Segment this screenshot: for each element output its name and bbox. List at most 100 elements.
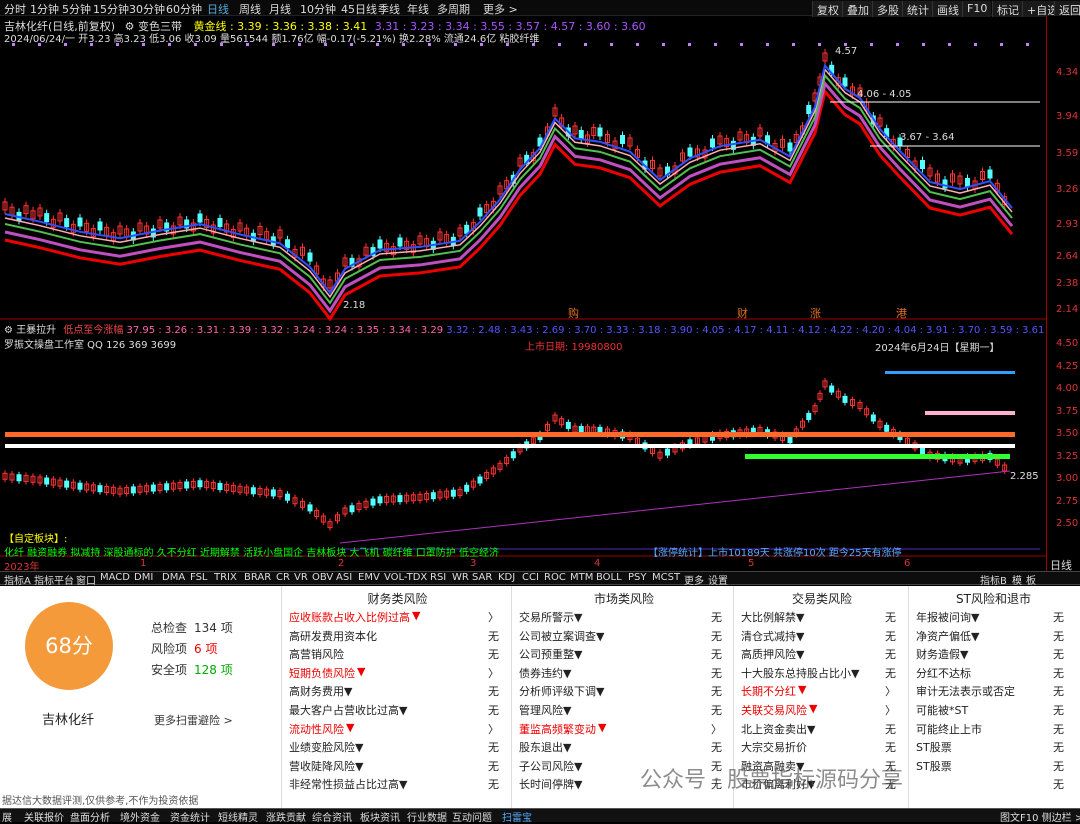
risk-item-label[interactable]: 长时间停牌▼	[519, 776, 582, 792]
more-scan-link[interactable]: 更多扫雷避险 >	[154, 712, 233, 728]
risk-item-label[interactable]: 营收陡降风险▼	[289, 758, 363, 774]
risk-item-label[interactable]: 分析师评级下调▼	[519, 683, 604, 699]
risk-item-label[interactable]: 子公司风险▼	[519, 758, 582, 774]
period-tab[interactable]: 5分钟	[62, 1, 91, 17]
draw-line-button[interactable]: 画线	[932, 1, 963, 17]
period-tab-active[interactable]: 日线	[207, 1, 229, 17]
indicator-tab[interactable]: 窗口	[76, 572, 96, 587]
f10-button[interactable]: F10	[962, 1, 992, 17]
indicator-tab[interactable]: VOL-TDX	[384, 572, 427, 583]
risk-item-label[interactable]: 高研发费用资本化	[289, 628, 377, 644]
kline-chart-area[interactable]: 吉林化纤(日线,前复权) ⚙ 变色三带 黄金线 : 3.39 : 3.36 : …	[0, 16, 1080, 573]
risk-item-label[interactable]: 十大股东总持股占比小▼	[741, 665, 859, 681]
risk-item-dropdown[interactable]: ▼	[598, 721, 606, 734]
indicator-tab[interactable]: CR	[276, 572, 290, 583]
event-marker[interactable]: 购	[568, 305, 579, 321]
fuquan-button[interactable]: 复权	[812, 1, 843, 17]
period-tab[interactable]: 30分钟	[129, 1, 165, 17]
indicator-tab[interactable]: BOLL	[596, 572, 622, 583]
risk-item-label[interactable]: 关联交易风险	[741, 702, 807, 718]
risk-item-label[interactable]: 长期不分红	[741, 683, 796, 699]
risk-item-label[interactable]: 高质押风险▼	[741, 646, 804, 662]
risk-item-label[interactable]: 高财务费用▼	[289, 683, 352, 699]
risk-item-label[interactable]: 短期负债风险	[289, 665, 355, 681]
period-tab[interactable]: 分时	[4, 1, 26, 17]
risk-item-label[interactable]: 年报被问询▼	[916, 609, 979, 625]
risk-item-label[interactable]: 债券违约▼	[519, 665, 571, 681]
event-marker[interactable]: 财	[737, 305, 748, 321]
mark-button[interactable]: 标记	[992, 1, 1023, 17]
risk-item-label[interactable]: 交易所警示▼	[519, 609, 582, 625]
indicator-tab[interactable]: DMA	[162, 572, 185, 583]
period-tab[interactable]: 季线	[378, 1, 400, 17]
risk-item-label[interactable]: 流动性风险	[289, 721, 344, 737]
indicator-tab[interactable]: MACD	[100, 572, 130, 583]
period-tab[interactable]: 多周期	[437, 1, 470, 17]
risk-item-label[interactable]: 董监高频繁变动	[519, 721, 596, 737]
indicator-tab[interactable]: CCI	[522, 572, 539, 583]
risk-item-label[interactable]: 审计无法表示或否定	[916, 683, 1015, 699]
risk-item-label[interactable]: 可能终止上市	[916, 721, 982, 737]
indicator-tab-right[interactable]: 板	[1026, 572, 1036, 587]
indicator-tab[interactable]: SAR	[472, 572, 492, 583]
sub-gear-icon[interactable]: ⚙	[4, 325, 13, 336]
indicator-tab[interactable]: MCST	[652, 572, 680, 583]
period-tab[interactable]: 月线	[269, 1, 291, 17]
risk-item-label[interactable]: 分红不达标	[916, 665, 971, 681]
risk-item-label[interactable]: 公司被立案调查▼	[519, 628, 604, 644]
risk-item-label[interactable]: 清仓式减持▼	[741, 628, 804, 644]
indicator-tab[interactable]: 指标A	[4, 572, 31, 587]
risk-item-label[interactable]: 股东退出▼	[519, 739, 571, 755]
indicator-tab[interactable]: MTM	[570, 572, 593, 583]
risk-item-label[interactable]: ST股票	[916, 758, 952, 774]
indicator-tab[interactable]: VR	[294, 572, 308, 583]
back-button[interactable]: 返回	[1054, 1, 1080, 17]
indicator-tab[interactable]: EMV	[358, 572, 380, 583]
period-tab[interactable]: 周线	[239, 1, 261, 17]
period-tab[interactable]: 1分钟	[30, 1, 59, 17]
indicator-tab-right[interactable]: 指标B	[980, 572, 1007, 587]
indicator-tab[interactable]: FSL	[190, 572, 208, 583]
period-tab[interactable]: 10分钟	[300, 1, 336, 17]
risk-item-label[interactable]: 财务造假▼	[916, 646, 968, 662]
risk-item-label[interactable]: 净资产偏低▼	[916, 628, 979, 644]
risk-item-label[interactable]: 最大客户占营收比过高▼	[289, 702, 407, 718]
risk-item-label[interactable]: 管理风险▼	[519, 702, 571, 718]
risk-item-label[interactable]: ST股票	[916, 739, 952, 755]
risk-item-label[interactable]: 高营销风险	[289, 646, 344, 662]
overlay-button[interactable]: 叠加	[842, 1, 873, 17]
indicator-tab[interactable]: ASI	[336, 572, 352, 583]
risk-item-label[interactable]: 大宗交易折价	[741, 739, 807, 755]
indicator-tab[interactable]: WR	[452, 572, 469, 583]
indicator-tab-right[interactable]: 模	[1012, 572, 1022, 587]
event-marker[interactable]: 港	[896, 305, 907, 321]
period-tab[interactable]: 年线	[407, 1, 429, 17]
indicator-tab[interactable]: PSY	[628, 572, 647, 583]
risk-item-label[interactable]: 北上资金卖出▼	[741, 721, 815, 737]
risk-item-label[interactable]: 业绩变脸风险▼	[289, 739, 363, 755]
indicator-tab[interactable]: KDJ	[498, 572, 515, 583]
risk-item-label[interactable]: 大比例解禁▼	[741, 609, 804, 625]
risk-item-dropdown[interactable]: ▼	[798, 683, 806, 696]
multi-stock-button[interactable]: 多股	[872, 1, 903, 17]
indicator-tab[interactable]: RSI	[430, 572, 446, 583]
risk-item-label[interactable]: 非经常性损益占比过高▼	[289, 776, 407, 792]
risk-item-label[interactable]: 可能被*ST	[916, 702, 968, 718]
risk-item-dropdown[interactable]: ▼	[809, 702, 817, 715]
indicator-tab[interactable]: TRIX	[214, 572, 237, 583]
risk-item-dropdown[interactable]: ▼	[412, 609, 420, 622]
risk-item-label[interactable]: 公司预重整▼	[519, 646, 582, 662]
period-tab[interactable]: 60分钟	[166, 1, 202, 17]
period-tab[interactable]: 45日线	[341, 1, 377, 17]
indicator-tab[interactable]: 指标平台	[34, 572, 74, 587]
event-marker[interactable]: 涨	[810, 305, 821, 321]
risk-item-dropdown[interactable]: ▼	[357, 665, 365, 678]
indicator-tab[interactable]: DMI	[134, 572, 153, 583]
period-tab[interactable]: 15分钟	[93, 1, 129, 17]
indicator-tab[interactable]: 更多	[684, 572, 704, 587]
indicator-tab[interactable]: ROC	[544, 572, 566, 583]
sub-title[interactable]: 王暴拉升	[16, 325, 56, 336]
period-tab[interactable]: 更多 >	[483, 1, 518, 17]
indicator-tab[interactable]: OBV	[312, 572, 333, 583]
stats-button[interactable]: 统计	[902, 1, 933, 17]
